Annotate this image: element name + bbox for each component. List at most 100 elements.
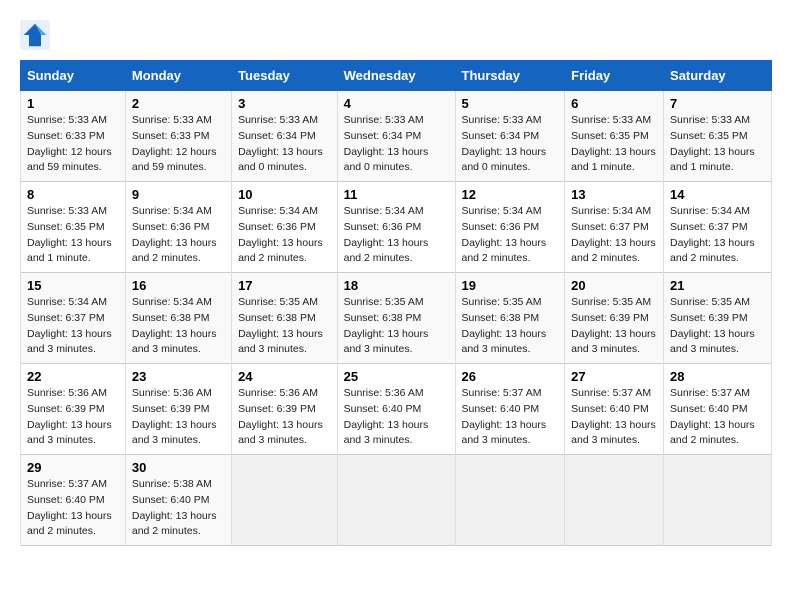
day-cell: 24 Sunrise: 5:36 AMSunset: 6:39 PMDayligh… [232, 364, 338, 455]
day-number: 27 [571, 369, 657, 384]
header-cell-monday: Monday [125, 61, 231, 91]
day-detail: Sunrise: 5:33 AMSunset: 6:35 PMDaylight:… [571, 114, 656, 173]
day-detail: Sunrise: 5:34 AMSunset: 6:36 PMDaylight:… [238, 205, 323, 264]
day-number: 15 [27, 278, 119, 293]
day-number: 22 [27, 369, 119, 384]
day-cell [565, 455, 664, 546]
day-detail: Sunrise: 5:34 AMSunset: 6:37 PMDaylight:… [27, 296, 112, 355]
day-cell [664, 455, 772, 546]
header-cell-tuesday: Tuesday [232, 61, 338, 91]
day-detail: Sunrise: 5:37 AMSunset: 6:40 PMDaylight:… [462, 387, 547, 446]
header-cell-friday: Friday [565, 61, 664, 91]
day-number: 20 [571, 278, 657, 293]
header-row: SundayMondayTuesdayWednesdayThursdayFrid… [21, 61, 772, 91]
week-row-3: 15 Sunrise: 5:34 AMSunset: 6:37 PMDayligh… [21, 273, 772, 364]
day-number: 7 [670, 96, 765, 111]
week-row-2: 8Sunrise: 5:33 AMSunset: 6:35 PMDaylight… [21, 182, 772, 273]
day-detail: Sunrise: 5:36 AMSunset: 6:39 PMDaylight:… [238, 387, 323, 446]
day-detail: Sunrise: 5:34 AMSunset: 6:36 PMDaylight:… [132, 205, 217, 264]
day-number: 26 [462, 369, 559, 384]
day-number: 17 [238, 278, 331, 293]
day-cell: 12Sunrise: 5:34 AMSunset: 6:36 PMDayligh… [455, 182, 565, 273]
day-cell: 8Sunrise: 5:33 AMSunset: 6:35 PMDaylight… [21, 182, 126, 273]
day-detail: Sunrise: 5:37 AMSunset: 6:40 PMDaylight:… [670, 387, 755, 446]
day-cell: 1 Sunrise: 5:33 AMSunset: 6:33 PMDaylight… [21, 91, 126, 182]
day-cell: 22 Sunrise: 5:36 AMSunset: 6:39 PMDayligh… [21, 364, 126, 455]
page-header [20, 20, 772, 50]
day-detail: Sunrise: 5:36 AMSunset: 6:39 PMDaylight:… [132, 387, 217, 446]
day-cell: 27Sunrise: 5:37 AMSunset: 6:40 PMDayligh… [565, 364, 664, 455]
day-number: 3 [238, 96, 331, 111]
day-number: 18 [344, 278, 449, 293]
day-cell: 17Sunrise: 5:35 AMSunset: 6:38 PMDayligh… [232, 273, 338, 364]
day-detail: Sunrise: 5:35 AMSunset: 6:38 PMDaylight:… [462, 296, 547, 355]
day-cell: 2Sunrise: 5:33 AMSunset: 6:33 PMDaylight… [125, 91, 231, 182]
day-detail: Sunrise: 5:33 AMSunset: 6:34 PMDaylight:… [238, 114, 323, 173]
day-number: 8 [27, 187, 119, 202]
day-cell: 15 Sunrise: 5:34 AMSunset: 6:37 PMDayligh… [21, 273, 126, 364]
day-number: 13 [571, 187, 657, 202]
header-cell-saturday: Saturday [664, 61, 772, 91]
day-cell: 10 Sunrise: 5:34 AMSunset: 6:36 PMDayligh… [232, 182, 338, 273]
day-detail: Sunrise: 5:34 AMSunset: 6:36 PMDaylight:… [344, 205, 429, 264]
day-detail: Sunrise: 5:36 AMSunset: 6:40 PMDaylight:… [344, 387, 429, 446]
day-detail: Sunrise: 5:33 AMSunset: 6:33 PMDaylight:… [132, 114, 217, 173]
day-number: 30 [132, 460, 225, 475]
day-cell: 23 Sunrise: 5:36 AMSunset: 6:39 PMDayligh… [125, 364, 231, 455]
day-number: 5 [462, 96, 559, 111]
week-row-4: 22 Sunrise: 5:36 AMSunset: 6:39 PMDayligh… [21, 364, 772, 455]
day-cell: 25 Sunrise: 5:36 AMSunset: 6:40 PMDayligh… [337, 364, 455, 455]
day-number: 23 [132, 369, 225, 384]
day-cell: 7 Sunrise: 5:33 AMSunset: 6:35 PMDaylight… [664, 91, 772, 182]
logo [20, 20, 52, 50]
day-detail: Sunrise: 5:33 AMSunset: 6:34 PMDaylight:… [344, 114, 429, 173]
day-number: 21 [670, 278, 765, 293]
day-number: 29 [27, 460, 119, 475]
day-detail: Sunrise: 5:38 AMSunset: 6:40 PMDaylight:… [132, 478, 217, 537]
day-cell: 30 Sunrise: 5:38 AMSunset: 6:40 PMDayligh… [125, 455, 231, 546]
header-cell-sunday: Sunday [21, 61, 126, 91]
day-number: 24 [238, 369, 331, 384]
day-detail: Sunrise: 5:35 AMSunset: 6:38 PMDaylight:… [344, 296, 429, 355]
day-detail: Sunrise: 5:34 AMSunset: 6:37 PMDaylight:… [571, 205, 656, 264]
day-cell: 19Sunrise: 5:35 AMSunset: 6:38 PMDayligh… [455, 273, 565, 364]
day-cell: 20 Sunrise: 5:35 AMSunset: 6:39 PMDayligh… [565, 273, 664, 364]
day-number: 4 [344, 96, 449, 111]
day-detail: Sunrise: 5:34 AMSunset: 6:37 PMDaylight:… [670, 205, 755, 264]
day-number: 1 [27, 96, 119, 111]
day-detail: Sunrise: 5:36 AMSunset: 6:39 PMDaylight:… [27, 387, 112, 446]
day-cell: 29 Sunrise: 5:37 AMSunset: 6:40 PMDayligh… [21, 455, 126, 546]
day-cell: 11 Sunrise: 5:34 AMSunset: 6:36 PMDayligh… [337, 182, 455, 273]
header-cell-wednesday: Wednesday [337, 61, 455, 91]
header-cell-thursday: Thursday [455, 61, 565, 91]
day-detail: Sunrise: 5:34 AMSunset: 6:38 PMDaylight:… [132, 296, 217, 355]
day-number: 14 [670, 187, 765, 202]
day-cell [337, 455, 455, 546]
day-cell: 5Sunrise: 5:33 AMSunset: 6:34 PMDaylight… [455, 91, 565, 182]
day-detail: Sunrise: 5:37 AMSunset: 6:40 PMDaylight:… [27, 478, 112, 537]
day-cell: 16 Sunrise: 5:34 AMSunset: 6:38 PMDayligh… [125, 273, 231, 364]
day-number: 28 [670, 369, 765, 384]
day-cell: 4 Sunrise: 5:33 AMSunset: 6:34 PMDaylight… [337, 91, 455, 182]
day-detail: Sunrise: 5:33 AMSunset: 6:35 PMDaylight:… [670, 114, 755, 173]
day-cell [455, 455, 565, 546]
day-number: 11 [344, 187, 449, 202]
day-cell: 14 Sunrise: 5:34 AMSunset: 6:37 PMDayligh… [664, 182, 772, 273]
day-number: 16 [132, 278, 225, 293]
day-number: 6 [571, 96, 657, 111]
day-cell: 28 Sunrise: 5:37 AMSunset: 6:40 PMDayligh… [664, 364, 772, 455]
day-detail: Sunrise: 5:33 AMSunset: 6:33 PMDaylight:… [27, 114, 112, 173]
day-number: 10 [238, 187, 331, 202]
day-cell: 13 Sunrise: 5:34 AMSunset: 6:37 PMDayligh… [565, 182, 664, 273]
day-number: 25 [344, 369, 449, 384]
day-number: 9 [132, 187, 225, 202]
day-cell: 6 Sunrise: 5:33 AMSunset: 6:35 PMDaylight… [565, 91, 664, 182]
week-row-1: 1 Sunrise: 5:33 AMSunset: 6:33 PMDaylight… [21, 91, 772, 182]
day-cell: 9 Sunrise: 5:34 AMSunset: 6:36 PMDaylight… [125, 182, 231, 273]
day-cell: 3 Sunrise: 5:33 AMSunset: 6:34 PMDaylight… [232, 91, 338, 182]
day-detail: Sunrise: 5:35 AMSunset: 6:39 PMDaylight:… [571, 296, 656, 355]
week-row-5: 29 Sunrise: 5:37 AMSunset: 6:40 PMDayligh… [21, 455, 772, 546]
day-cell: 21Sunrise: 5:35 AMSunset: 6:39 PMDayligh… [664, 273, 772, 364]
day-number: 12 [462, 187, 559, 202]
day-cell [232, 455, 338, 546]
